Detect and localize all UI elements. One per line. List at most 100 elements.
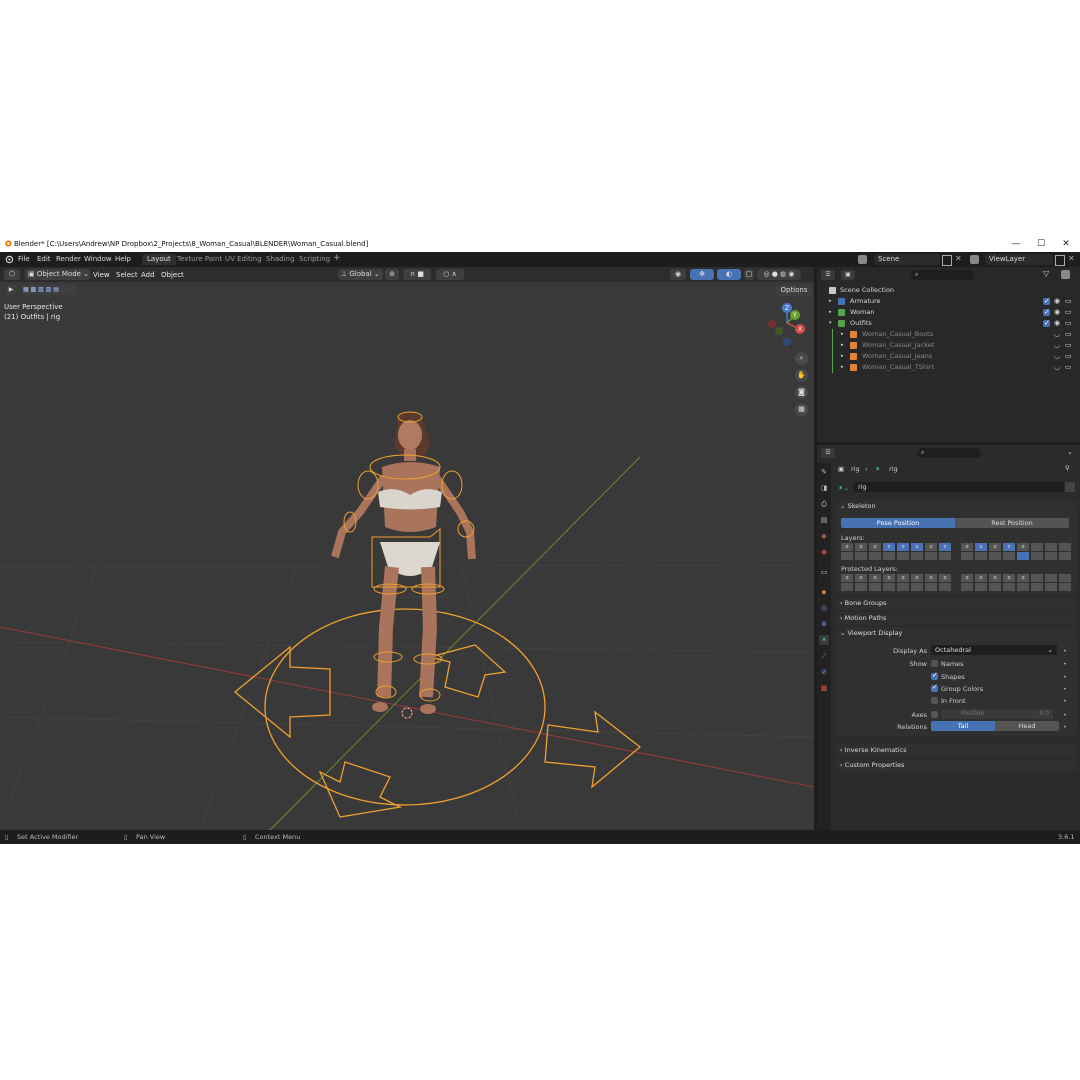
bone-layer-toggle[interactable] [841, 552, 853, 560]
disclosure-triangle-icon[interactable]: ▸ [841, 362, 844, 373]
snap-icon[interactable]: ∩ ■ [403, 269, 431, 280]
bone-layer-toggle[interactable] [883, 552, 895, 560]
minimize-button[interactable]: — [1004, 238, 1028, 250]
overlay-toggle-icon[interactable]: ◐ [717, 269, 741, 280]
navigation-gizmo[interactable]: Z X Y [763, 301, 811, 349]
bone-layer-toggle[interactable]: o [855, 574, 867, 582]
select-mode-icons[interactable]: ▦ ▩ ▨ ▧ ▤ [23, 285, 77, 295]
motion-paths-header[interactable]: › Motion Paths [836, 612, 1077, 625]
tab-scripting[interactable]: Scripting [294, 254, 335, 265]
menu-view[interactable]: View [93, 271, 110, 279]
scene-selector[interactable]: Scene [874, 254, 940, 265]
bone-layer-toggle[interactable]: o [897, 543, 909, 551]
outliner-row[interactable]: ▾ Outfits ◉ ▭ [817, 318, 1080, 329]
scene-icon[interactable] [858, 255, 867, 264]
keyframe-dot-icon[interactable]: • [1063, 673, 1067, 681]
tab-texture-paint[interactable]: Texture Paint [172, 254, 227, 265]
pan-hand-icon[interactable]: ✋ [795, 369, 808, 382]
bone-layer-toggle[interactable]: o [925, 543, 937, 551]
visibility-icon[interactable]: ◉ [670, 269, 686, 280]
eye-icon[interactable]: ◉ [1054, 296, 1060, 307]
bone-layer-toggle[interactable] [855, 552, 867, 560]
bone-layer-toggle[interactable]: o [911, 543, 923, 551]
delete-view-layer-icon[interactable]: ✕ [1068, 254, 1075, 263]
gizmo-toggle-icon[interactable]: ✥ [690, 269, 714, 280]
bone-layer-toggle[interactable] [1017, 552, 1029, 560]
properties-editor-icon[interactable]: ☰ [821, 448, 835, 458]
fake-user-shield-icon[interactable] [1065, 482, 1075, 492]
tab-layout[interactable]: Layout [142, 254, 176, 265]
axes-position-field[interactable]: Position 0.0 [941, 709, 1053, 719]
menu-add[interactable]: Add [141, 271, 155, 279]
3d-viewport[interactable]: ⬡ ▣ Object Mode ⌄ View Select Add Object… [0, 267, 814, 830]
editor-type-icon[interactable]: ⬡ [4, 269, 20, 280]
bone-layer-toggle[interactable]: o [883, 574, 895, 582]
bone-layer-toggle[interactable] [989, 552, 1001, 560]
new-collection-icon[interactable] [1061, 270, 1070, 279]
render-tab-icon[interactable]: ◨ [819, 483, 829, 493]
pose-position-button[interactable]: Pose Position [841, 518, 955, 528]
bone-layer-toggle[interactable] [1031, 543, 1043, 551]
bone-layer-toggle[interactable] [1045, 552, 1057, 560]
monitor-icon[interactable]: ▭ [1065, 340, 1072, 351]
close-button[interactable]: ✕ [1054, 238, 1078, 250]
bone-layer-toggle[interactable] [989, 583, 1001, 591]
disclosure-triangle-icon[interactable]: ▸ [829, 296, 832, 307]
bone-layer-toggle[interactable] [1059, 583, 1071, 591]
bone-layer-toggle[interactable] [855, 583, 867, 591]
bone-layer-toggle[interactable]: o [1003, 543, 1015, 551]
keyframe-dot-icon[interactable]: • [1063, 697, 1067, 705]
outliner-row-scene-collection[interactable]: Scene Collection [817, 285, 1080, 296]
display-as-select[interactable]: Octahedral ⌄ [931, 645, 1057, 655]
bone-layer-toggle[interactable]: o [883, 543, 895, 551]
monitor-icon[interactable]: ▭ [1065, 318, 1072, 329]
monitor-icon[interactable]: ▭ [1065, 351, 1072, 362]
relations-head-button[interactable]: Head [995, 721, 1059, 731]
properties-panel[interactable]: ☰ ⌕ ⌄ ✎ ◨ ⎙ ▤ ◈ ◉ ▭ ▪ ◎ ⊗ ✶ ⟋ ⊘ ▩ ▣ rig … [817, 445, 1080, 830]
names-checkbox[interactable] [931, 660, 938, 667]
outliner-row[interactable]: ▸ Woman_Casual_Jeans ◡ ▭ [817, 351, 1080, 362]
data-name-field[interactable]: rig [854, 482, 1064, 492]
bone-layer-toggle[interactable] [1059, 574, 1071, 582]
bone-layer-toggle[interactable] [911, 583, 923, 591]
bone-layer-toggle[interactable] [841, 583, 853, 591]
viewport-display-header[interactable]: ⌄ Viewport Display [836, 627, 1077, 640]
menu-edit[interactable]: Edit [37, 255, 51, 263]
shapes-checkbox[interactable] [931, 671, 938, 680]
disclosure-triangle-icon[interactable]: ▸ [829, 307, 832, 318]
menu-file[interactable]: File [18, 255, 30, 263]
monitor-icon[interactable]: ▭ [1065, 296, 1072, 307]
disclosure-triangle-icon[interactable]: ▸ [841, 351, 844, 362]
bone-layer-toggle[interactable]: o [897, 574, 909, 582]
menu-object[interactable]: Object [161, 271, 184, 279]
bone-layer-toggle[interactable] [1059, 543, 1071, 551]
bone-layer-toggle[interactable]: o [855, 543, 867, 551]
collection-tab-icon[interactable]: ▭ [819, 567, 829, 577]
bone-layer-toggle[interactable]: o [961, 574, 973, 582]
tool-tab-icon[interactable]: ✎ [819, 467, 829, 477]
maximize-button[interactable]: ☐ [1029, 238, 1053, 250]
add-workspace-icon[interactable]: + [333, 253, 341, 263]
keyframe-dot-icon[interactable]: • [1063, 647, 1067, 655]
outliner-row[interactable]: ▸ Woman_Casual_Boots ◡ ▭ [817, 329, 1080, 340]
zoom-icon[interactable]: ⌕ [795, 352, 808, 365]
bone-layer-toggle[interactable]: o [961, 543, 973, 551]
exclude-checkbox[interactable] [1043, 307, 1050, 318]
bone-layer-toggle[interactable] [1031, 552, 1043, 560]
physics-tab-icon[interactable]: ◎ [819, 603, 829, 613]
bone-layer-toggle[interactable] [883, 583, 895, 591]
menu-help[interactable]: Help [115, 255, 131, 263]
shading-mode-icons[interactable]: ◎ ● ◍ ◉ [757, 269, 801, 280]
pin-icon[interactable]: ⚲ [1065, 464, 1070, 472]
blender-menu-icon[interactable] [4, 255, 13, 264]
keyframe-dot-icon[interactable]: • [1063, 723, 1067, 731]
bone-layer-toggle[interactable] [939, 583, 951, 591]
ortho-grid-icon[interactable]: ▦ [795, 403, 808, 416]
bone-layer-toggle[interactable] [897, 552, 909, 560]
output-tab-icon[interactable]: ⎙ [819, 499, 829, 509]
bone-groups-header[interactable]: › Bone Groups [836, 597, 1077, 610]
xray-icon[interactable]: ▢ [744, 269, 754, 280]
outliner-row[interactable]: ▸ Woman_Casual_Jacket ◡ ▭ [817, 340, 1080, 351]
constraints-tab-icon[interactable]: ⊗ [819, 619, 829, 629]
bone-layer-toggle[interactable] [1003, 552, 1015, 560]
